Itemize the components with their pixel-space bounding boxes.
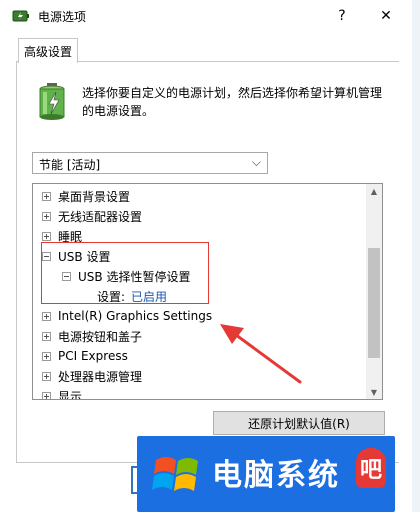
help-button[interactable]: ?	[322, 3, 362, 29]
expand-plus-icon[interactable]	[42, 311, 51, 321]
tree-item-pci-express[interactable]: PCI Express	[42, 346, 128, 366]
annotation-arrow-icon	[220, 324, 302, 384]
restore-defaults-button[interactable]: 还原计划默认值(R)	[213, 411, 385, 435]
watermark-text: 电脑系统	[212, 458, 340, 493]
expand-plus-icon[interactable]	[42, 231, 51, 241]
scroll-down-icon[interactable]: ▼	[366, 385, 382, 399]
windows-logo-icon	[152, 457, 198, 491]
tree-item-label: Intel(R) Graphics Settings	[58, 309, 213, 323]
battery-icon	[39, 83, 65, 120]
expand-plus-icon[interactable]	[42, 371, 51, 381]
tree-item-power-buttons-lid[interactable]: 电源按钮和盖子	[42, 326, 142, 346]
tree-item-display[interactable]: 显示	[42, 386, 83, 400]
tree-item-processor-power[interactable]: 处理器电源管理	[42, 366, 142, 386]
tree-item-label: 显示	[58, 389, 83, 400]
tree-scrollbar[interactable]: ▲ ▼	[366, 184, 382, 399]
power-plan-select[interactable]: 节能 [活动] ⌵	[32, 152, 268, 174]
title-bar: 电源选项 ? ✕	[0, 0, 420, 32]
tree-item-label: 处理器电源管理	[58, 369, 143, 384]
scrollbar-thumb[interactable]	[368, 248, 380, 358]
tree-item-label: 电源按钮和盖子	[58, 329, 143, 344]
annotation-highlight-box	[41, 242, 209, 304]
tree-item-label: PCI Express	[58, 349, 128, 363]
window-title: 电源选项	[38, 10, 87, 24]
tree-item-intel-graphics[interactable]: Intel(R) Graphics Settings	[42, 306, 212, 326]
expand-plus-icon[interactable]	[42, 211, 51, 221]
expand-plus-icon[interactable]	[42, 191, 51, 201]
scroll-up-icon[interactable]: ▲	[366, 184, 382, 198]
expand-plus-icon[interactable]	[42, 351, 51, 361]
tree-item-label: 无线适配器设置	[58, 209, 143, 224]
watermark-badge: 吧	[356, 448, 386, 488]
tree-item-wireless-adapter[interactable]: 无线适配器设置	[42, 206, 142, 226]
expand-plus-icon[interactable]	[42, 391, 51, 399]
description-text: 选择你要自定义的电源计划，然后选择你希望计算机管理的电源设置。	[82, 86, 383, 118]
power-options-icon	[12, 10, 29, 22]
expand-plus-icon[interactable]	[42, 331, 51, 341]
chevron-down-icon[interactable]: ⌵	[252, 155, 261, 170]
power-plan-value: 节能 [活动]	[39, 158, 101, 172]
tree-item-desktop-background[interactable]: 桌面背景设置	[42, 186, 130, 206]
close-button[interactable]: ✕	[366, 3, 406, 29]
background-window-edge	[412, 0, 420, 512]
tab-advanced-settings[interactable]: 高级设置	[18, 38, 78, 63]
power-options-window: 电源选项 ? ✕ 高级设置 选择你要自定义的电源计划，然后选择你希望计算机管理的…	[0, 0, 420, 512]
tree-item-label: 桌面背景设置	[58, 189, 131, 204]
